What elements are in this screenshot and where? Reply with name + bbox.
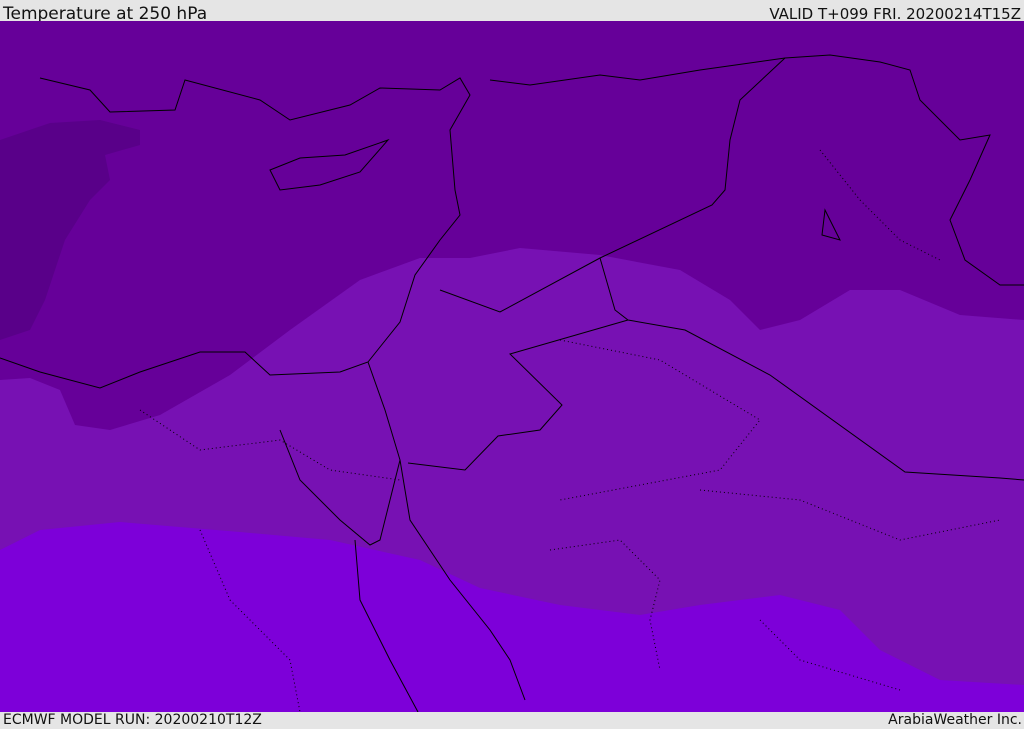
credit: ArabiaWeather Inc. — [888, 712, 1022, 728]
temperature-map[interactable] — [0, 21, 1024, 712]
footer-bar: ECMWF MODEL RUN: 20200210T12Z ArabiaWeat… — [0, 712, 1024, 729]
header-bar: Temperature at 250 hPa VALID T+099 FRI. … — [0, 0, 1024, 24]
model-run: ECMWF MODEL RUN: 20200210T12Z — [3, 712, 262, 728]
